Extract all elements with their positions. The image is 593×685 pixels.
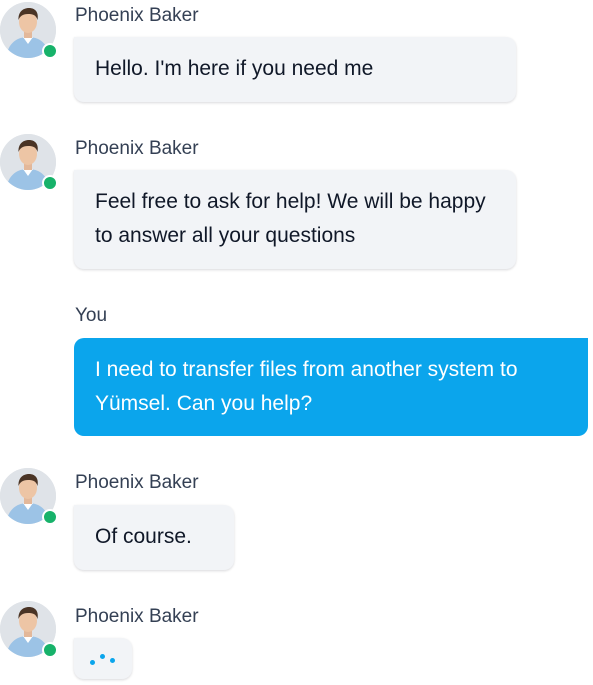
sender-name: Phoenix Baker <box>75 606 199 627</box>
sender-name: Phoenix Baker <box>75 5 199 26</box>
avatar[interactable] <box>0 134 58 191</box>
sender-name: Phoenix Baker <box>75 138 199 159</box>
online-status-dot <box>42 175 58 191</box>
message-row: Phoenix Baker Hello. I'm here if you nee… <box>0 0 593 104</box>
typing-dot <box>100 654 105 659</box>
message-bubble: Hello. I'm here if you need me <box>74 37 516 102</box>
avatar[interactable] <box>0 2 58 59</box>
avatar[interactable] <box>0 468 58 525</box>
typing-dot <box>110 658 115 663</box>
online-status-dot <box>42 509 58 525</box>
message-row-self: You I need to transfer files from anothe… <box>0 304 593 436</box>
typing-dot <box>90 660 95 665</box>
message-bubble: Of course. <box>74 505 234 570</box>
message-row: Phoenix Baker Of course. <box>0 467 593 572</box>
sender-name: Phoenix Baker <box>75 472 199 493</box>
sender-name: You <box>75 305 108 326</box>
message-bubble-self: I need to transfer files from another sy… <box>74 338 588 436</box>
message-row: Phoenix Baker Feel free to ask for help!… <box>0 133 593 270</box>
online-status-dot <box>42 642 58 658</box>
chat-thread: Phoenix Baker Hello. I'm here if you nee… <box>0 0 593 685</box>
online-status-dot <box>42 43 58 59</box>
message-bubble: Feel free to ask for help! We will be ha… <box>74 170 516 269</box>
message-row-typing: Phoenix Baker <box>0 601 593 681</box>
typing-indicator <box>74 638 132 679</box>
avatar[interactable] <box>0 601 58 658</box>
